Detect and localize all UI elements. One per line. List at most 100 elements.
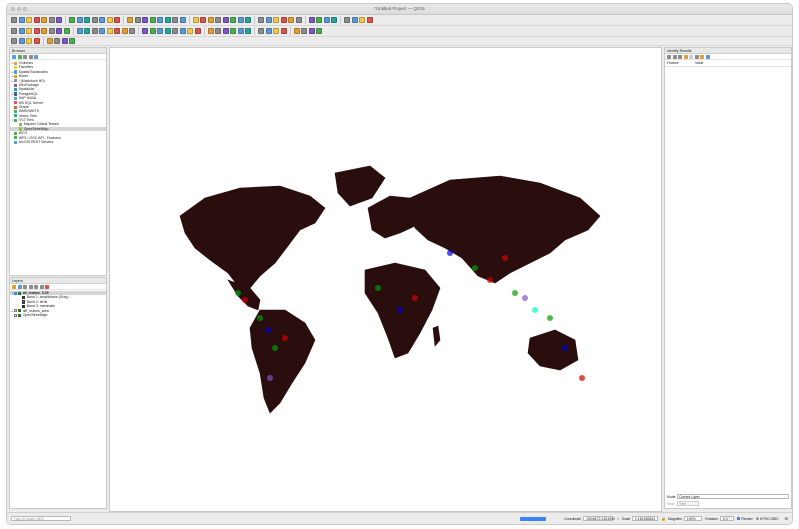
digitizing-tool-25-icon[interactable] [207, 28, 214, 34]
digitizing-tool-18-icon[interactable] [149, 28, 156, 34]
expand-new-results-icon[interactable] [678, 54, 682, 59]
filter-legend-icon[interactable] [28, 284, 33, 289]
identify-features-icon[interactable] [683, 54, 688, 59]
digitizing-tool-20-icon[interactable] [164, 28, 171, 34]
map-navigation-tool-37-icon[interactable] [308, 17, 315, 23]
data-source-tool-5-icon[interactable] [46, 38, 53, 44]
digitizing-tool-16-icon[interactable] [129, 28, 135, 34]
refresh-icon[interactable] [17, 54, 22, 59]
remove-layer-icon[interactable] [45, 284, 49, 289]
render-checkbox[interactable] [737, 517, 741, 520]
digitizing-tool-2-icon[interactable] [18, 28, 25, 34]
data-source-tool-3-icon[interactable] [26, 38, 32, 44]
map-navigation-tool-3-icon[interactable] [26, 17, 32, 23]
layer-item[interactable]: OpenStreetMap [10, 313, 106, 317]
map-navigation-tool-23-icon[interactable] [192, 17, 199, 23]
map-navigation-tool-32-icon[interactable] [265, 17, 272, 23]
map-navigation-tool-38-icon[interactable] [316, 17, 322, 23]
map-navigation-tool-26-icon[interactable] [215, 17, 221, 23]
map-navigation-tool-22-icon[interactable] [179, 17, 186, 23]
map-navigation-tool-33-icon[interactable] [273, 17, 279, 23]
map-navigation-tool-44-icon[interactable] [366, 17, 373, 23]
map-navigation-tool-8-icon[interactable] [69, 17, 75, 23]
crs-globe-icon[interactable]: ⊕ [756, 516, 759, 521]
map-navigation-tool-24-icon[interactable] [200, 17, 206, 23]
map-navigation-tool-21-icon[interactable] [172, 17, 178, 23]
map-navigation-tool-19-icon[interactable] [157, 17, 163, 23]
digitizing-tool-26-icon[interactable] [215, 28, 221, 34]
map-navigation-tool-34-icon[interactable] [280, 17, 287, 23]
help-icon[interactable] [705, 54, 710, 59]
identify-mode-icon[interactable] [700, 54, 704, 59]
value-column-header[interactable]: Value [695, 61, 703, 66]
feature-column-header[interactable]: Feature [665, 61, 695, 66]
digitizing-tool-9-icon[interactable] [76, 28, 83, 34]
map-navigation-tool-17-icon[interactable] [142, 17, 148, 23]
copy-feature-icon[interactable] [689, 54, 693, 59]
map-navigation-tool-29-icon[interactable] [237, 17, 244, 23]
map-navigation-tool-13-icon[interactable] [106, 17, 113, 23]
layer-styling-icon[interactable] [12, 284, 16, 289]
digitizing-tool-28-icon[interactable] [230, 28, 236, 34]
digitizing-tool-37-icon[interactable] [308, 28, 315, 34]
layer-visibility-checkbox[interactable] [14, 291, 17, 295]
properties-icon[interactable] [34, 54, 38, 59]
layer-visibility-checkbox[interactable] [14, 313, 17, 317]
collapse-all-layers-icon[interactable] [39, 284, 44, 289]
coordinate-field[interactable]: -9904672,2304900 [583, 516, 615, 521]
browser-item[interactable]: ArcGIS REST Servers [10, 140, 106, 144]
map-navigation-tool-18-icon[interactable] [149, 17, 156, 23]
map-canvas[interactable] [109, 47, 662, 512]
map-navigation-tool-28-icon[interactable] [230, 17, 236, 23]
digitizing-tool-3-icon[interactable] [26, 28, 32, 34]
toggle-extents-icon[interactable]: ⇔ [616, 516, 620, 521]
digitizing-tool-10-icon[interactable] [84, 28, 90, 34]
digitizing-tool-22-icon[interactable] [179, 28, 186, 34]
digitizing-tool-27-icon[interactable] [222, 28, 229, 34]
print-results-icon[interactable] [694, 54, 699, 59]
map-navigation-tool-31-icon[interactable] [258, 17, 264, 23]
map-navigation-tool-6-icon[interactable] [48, 17, 55, 23]
digitizing-tool-36-icon[interactable] [301, 28, 307, 34]
locator-search-input[interactable]: Type to locate (⌘K) [11, 516, 71, 521]
map-navigation-tool-12-icon[interactable] [99, 17, 105, 23]
map-navigation-tool-25-icon[interactable] [207, 17, 214, 23]
digitizing-tool-32-icon[interactable] [265, 28, 272, 34]
collapse-tree-icon[interactable] [672, 54, 677, 59]
map-navigation-tool-41-icon[interactable] [344, 17, 350, 23]
digitizing-tool-5-icon[interactable] [41, 28, 47, 34]
add-group-icon[interactable] [17, 284, 22, 289]
map-navigation-tool-15-icon[interactable] [127, 17, 133, 23]
map-navigation-tool-39-icon[interactable] [323, 17, 330, 23]
map-navigation-tool-40-icon[interactable] [331, 17, 337, 23]
digitizing-tool-33-icon[interactable] [273, 28, 279, 34]
digitizing-tool-29-icon[interactable] [237, 28, 244, 34]
scale-field[interactable]: 1:161965844 [632, 516, 659, 521]
digitizing-tool-19-icon[interactable] [157, 28, 163, 34]
digitizing-tool-6-icon[interactable] [48, 28, 55, 34]
digitizing-tool-8-icon[interactable] [63, 28, 70, 34]
digitizing-tool-13-icon[interactable] [106, 28, 113, 34]
digitizing-tool-12-icon[interactable] [99, 28, 105, 34]
expand-tree-icon[interactable] [667, 54, 671, 59]
digitizing-tool-31-icon[interactable] [258, 28, 264, 34]
map-navigation-tool-30-icon[interactable] [245, 17, 251, 23]
data-source-tool-7-icon[interactable] [61, 38, 68, 44]
mode-select[interactable]: Current Layer [677, 494, 789, 499]
collapse-all-icon[interactable] [28, 54, 33, 59]
map-navigation-tool-35-icon[interactable] [288, 17, 294, 23]
digitizing-tool-38-icon[interactable] [316, 28, 322, 34]
view-select[interactable]: Tree [677, 501, 699, 506]
map-navigation-tool-27-icon[interactable] [222, 17, 229, 23]
data-source-tool-1-icon[interactable] [11, 38, 17, 44]
data-source-tool-6-icon[interactable] [54, 38, 60, 44]
map-navigation-tool-7-icon[interactable] [56, 17, 62, 23]
crs-button[interactable]: EPSG:3857 [760, 517, 778, 521]
digitizing-tool-4-icon[interactable] [33, 28, 40, 34]
digitizing-tool-1-icon[interactable] [11, 28, 17, 34]
digitizing-tool-24-icon[interactable] [194, 28, 201, 34]
map-navigation-tool-11-icon[interactable] [91, 17, 98, 23]
rotation-field[interactable]: 0.0 ° [720, 516, 735, 521]
filter-icon[interactable] [23, 54, 27, 59]
map-navigation-tool-36-icon[interactable] [295, 17, 302, 23]
